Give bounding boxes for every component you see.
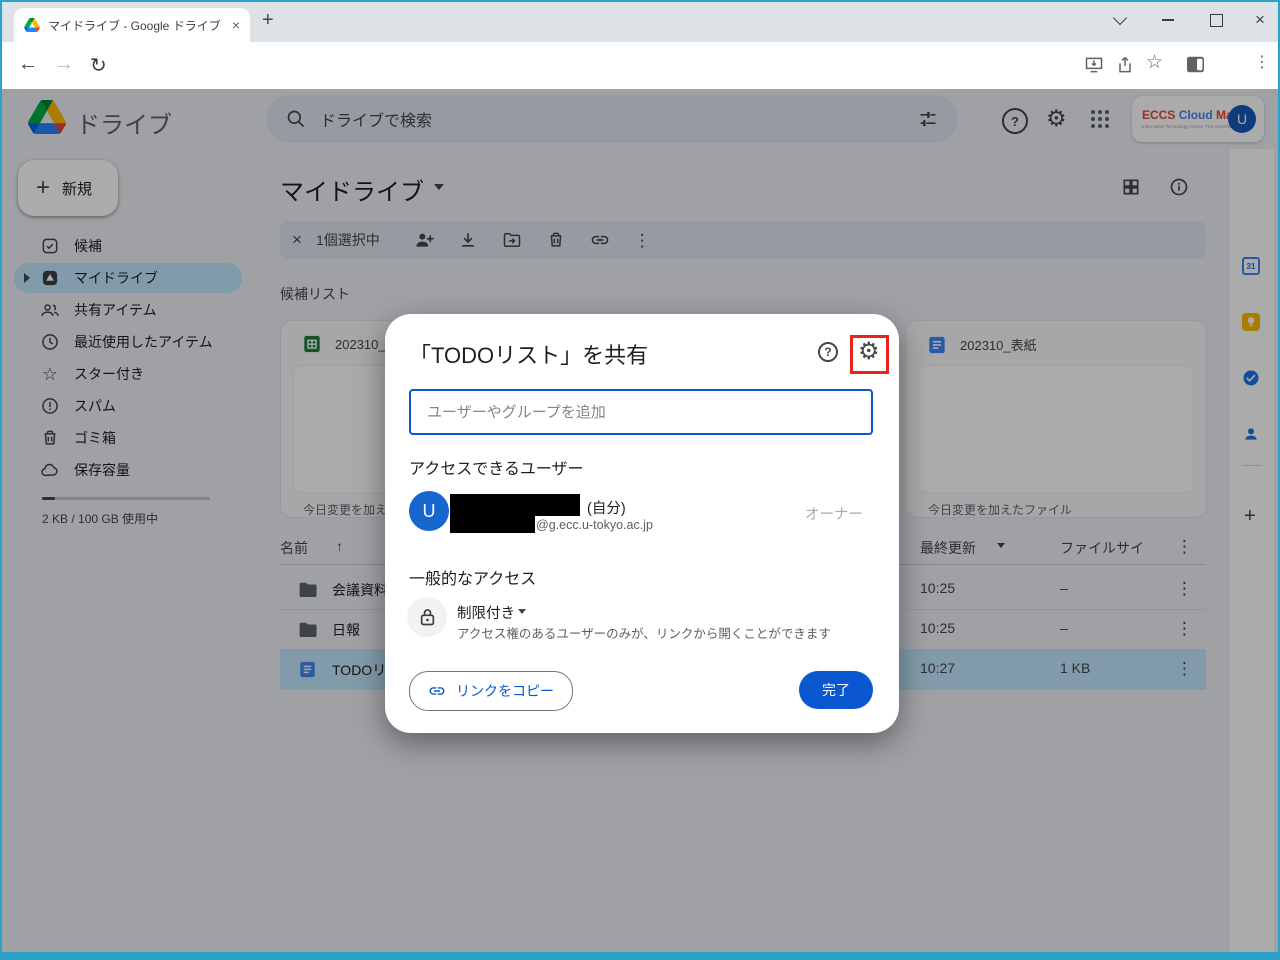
side-panel-icon[interactable] [1186, 56, 1205, 78]
share-icon[interactable] [1115, 55, 1135, 80]
add-people-input[interactable] [409, 389, 873, 435]
browser-tab-bar: マイドライブ - Google ドライブ × + × [2, 2, 1278, 42]
owner-email: @g.ecc.u-tokyo.ac.jp [536, 518, 653, 532]
restricted-lock-icon [407, 597, 447, 637]
tab-title: マイドライブ - Google ドライブ [48, 18, 221, 33]
copy-link-button[interactable]: リンクをコピー [409, 671, 573, 711]
owner-self-label: (自分) [587, 501, 626, 517]
dialog-help-icon[interactable]: ? [818, 342, 838, 362]
share-dialog: 「TODOリスト」を共有 ? ⚙ アクセスできるユーザー U (自分) @g.e… [385, 314, 899, 733]
dropdown-caret-icon[interactable] [518, 609, 526, 614]
window-minimize-button[interactable] [1148, 2, 1188, 38]
link-icon [428, 682, 446, 700]
general-access-dropdown[interactable]: 制限付き [457, 602, 515, 623]
browser-tab[interactable]: マイドライブ - Google ドライブ × [14, 8, 250, 42]
dialog-title: 「TODOリスト」を共有 [409, 343, 649, 368]
done-button[interactable]: 完了 [799, 671, 873, 709]
browser-menu-icon[interactable]: ⋮ [1254, 55, 1270, 71]
drive-favicon-icon [24, 18, 40, 32]
forward-icon[interactable]: → [54, 53, 74, 76]
redacted-email-prefix [450, 516, 535, 533]
window-menu-icon[interactable] [1100, 2, 1140, 38]
back-icon[interactable]: ← [18, 53, 38, 76]
window-maximize-button[interactable] [1196, 2, 1236, 38]
tab-close-icon[interactable]: × [232, 17, 240, 33]
owner-role: オーナー [805, 507, 863, 523]
browser-window: マイドライブ - Google ドライブ × + × ← → ↻ drive.g… [0, 0, 1280, 960]
window-close-button[interactable]: × [1240, 2, 1280, 38]
copy-link-label: リンクをコピー [456, 683, 554, 699]
people-with-access-heading: アクセスできるユーザー [409, 461, 584, 478]
browser-toolbar: ← → ↻ drive.google.com/drive/my-drive ☆ … [2, 42, 1278, 121]
general-access-heading: 一般的なアクセス [409, 571, 537, 588]
bookmark-star-icon[interactable]: ☆ [1146, 51, 1163, 74]
save-page-icon[interactable] [1084, 55, 1104, 80]
refresh-icon[interactable]: ↻ [90, 53, 107, 78]
general-access-description: アクセス権のあるユーザーのみが、リンクから開くことができます [457, 627, 831, 641]
owner-avatar: U [409, 491, 449, 531]
new-tab-button[interactable]: + [262, 9, 274, 32]
redacted-owner-name [450, 494, 580, 516]
annotation-highlight-box [850, 335, 889, 374]
